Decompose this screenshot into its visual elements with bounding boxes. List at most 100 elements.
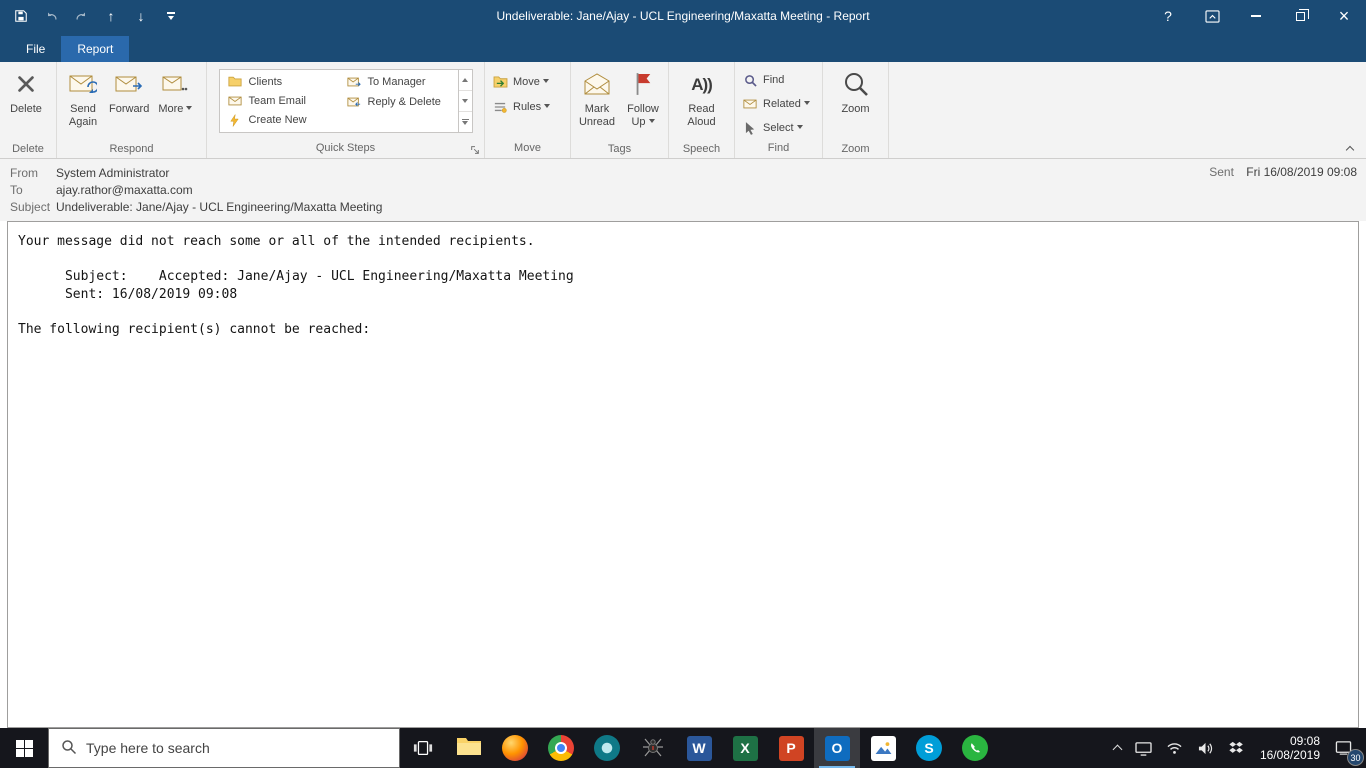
collapse-ribbon-button[interactable] [1345, 144, 1355, 154]
find-button[interactable]: Find [738, 71, 814, 89]
teal-app-button[interactable] [584, 728, 630, 768]
related-button-label: Related [763, 98, 810, 110]
notification-badge: 30 [1347, 749, 1364, 766]
sent-label: Sent [1209, 165, 1234, 179]
send-again-label: Send Again [68, 103, 98, 128]
quick-steps-dialog-launcher[interactable] [469, 144, 481, 156]
message-body[interactable]: Your message did not reach some or all o… [7, 221, 1359, 728]
powerpoint-button[interactable]: P [768, 728, 814, 768]
customize-quick-access-icon[interactable] [156, 0, 186, 32]
move-folder-icon [492, 74, 508, 90]
ribbon-display-options-button[interactable] [1190, 0, 1234, 32]
find-icon [742, 72, 758, 88]
select-button[interactable]: Select [738, 119, 814, 137]
quick-steps-scroll-up[interactable] [458, 70, 472, 91]
wifi-icon[interactable] [1159, 728, 1190, 768]
envelope-icon [227, 93, 243, 109]
word-icon: W [686, 735, 712, 761]
read-aloud-button[interactable]: A)) Read Aloud [679, 64, 725, 142]
more-respond-icon [158, 68, 192, 100]
save-icon[interactable] [6, 0, 36, 32]
tray-expand-chevron[interactable] [1107, 728, 1128, 768]
quick-step-team-email[interactable]: Team Email [220, 91, 339, 110]
spider-app-button[interactable] [630, 728, 676, 768]
group-label-respond: Respond [109, 143, 154, 155]
file-explorer-button[interactable] [446, 728, 492, 768]
group-label-find: Find [767, 142, 790, 154]
from-value[interactable]: System Administrator [56, 165, 169, 182]
to-value[interactable]: ajay.rathor@maxatta.com [56, 182, 193, 199]
lightning-icon [227, 112, 243, 128]
rules-button[interactable]: Rules [488, 98, 554, 116]
whatsapp-button[interactable] [952, 728, 998, 768]
task-view-button[interactable] [400, 728, 446, 768]
group-label-delete: Delete [12, 143, 44, 155]
group-label-move: Move [514, 142, 541, 154]
quick-access-toolbar: ↑ ↓ [0, 0, 186, 32]
teal-ring-icon [594, 735, 620, 761]
firefox-icon [502, 735, 528, 761]
zoom-button[interactable]: Zoom [833, 64, 879, 142]
skype-button[interactable]: S [906, 728, 952, 768]
excel-button[interactable]: X [722, 728, 768, 768]
rules-button-label: Rules [513, 101, 551, 113]
start-button[interactable] [0, 728, 48, 768]
outlook-button[interactable]: O [814, 728, 860, 768]
photos-button[interactable] [860, 728, 906, 768]
monitor-icon[interactable] [1128, 728, 1159, 768]
related-button[interactable]: Related [738, 95, 814, 113]
minimize-button[interactable] [1234, 0, 1278, 32]
delete-button[interactable]: Delete [3, 64, 49, 142]
search-input[interactable] [86, 740, 376, 756]
undo-icon[interactable] [36, 0, 66, 32]
quick-step-clients[interactable]: Clients [220, 72, 339, 91]
ribbon-group-move: Move Rules Move [485, 62, 571, 158]
next-item-icon[interactable]: ↓ [126, 0, 156, 32]
dropbox-icon[interactable] [1221, 728, 1251, 768]
action-center-button[interactable]: 30 [1329, 728, 1364, 768]
quick-steps-scroll-down[interactable] [458, 91, 472, 112]
quick-step-team-email-label: Team Email [248, 94, 306, 107]
related-icon [742, 96, 758, 112]
zoom-icon [839, 68, 873, 100]
group-label-quick-steps: Quick Steps [207, 141, 484, 158]
firefox-button[interactable] [492, 728, 538, 768]
speaker-icon[interactable] [1190, 728, 1221, 768]
quick-step-to-manager[interactable]: To Manager [339, 72, 458, 92]
ribbon-group-find: Find Related Select Find [735, 62, 823, 158]
ribbon-group-tags: Mark Unread Follow Up Tags [571, 62, 669, 158]
restore-button[interactable] [1278, 0, 1322, 32]
whatsapp-icon [962, 735, 988, 761]
envelope-forward-icon [346, 74, 362, 90]
quick-step-reply-delete[interactable]: Reply & Delete [339, 92, 458, 112]
window-controls: ? × [1146, 0, 1366, 32]
tab-file[interactable]: File [10, 36, 61, 62]
word-button[interactable]: W [676, 728, 722, 768]
more-respond-button[interactable]: More [152, 64, 198, 142]
quick-steps-scrollbar [457, 70, 472, 132]
from-label: From [10, 166, 38, 180]
mark-unread-button[interactable]: Mark Unread [574, 64, 620, 142]
redo-icon[interactable] [66, 0, 96, 32]
send-again-button[interactable]: Send Again [60, 64, 106, 142]
forward-button[interactable]: Forward [106, 64, 152, 142]
follow-up-button[interactable]: Follow Up [620, 64, 666, 142]
taskbar-clock[interactable]: 09:08 16/08/2019 [1251, 734, 1329, 762]
previous-item-icon[interactable]: ↑ [96, 0, 126, 32]
rules-icon [492, 99, 508, 115]
move-button[interactable]: Move [488, 73, 554, 91]
tab-report[interactable]: Report [61, 36, 130, 62]
quick-steps-gallery-expand[interactable] [459, 112, 472, 132]
quick-step-to-manager-label: To Manager [367, 76, 426, 88]
quick-step-create-new-label: Create New [248, 114, 307, 127]
close-button[interactable]: × [1322, 0, 1366, 32]
windows-logo-icon [15, 739, 33, 757]
help-button[interactable]: ? [1146, 0, 1190, 32]
quick-step-create-new[interactable]: Create New [220, 111, 339, 130]
taskbar-search[interactable] [48, 728, 400, 768]
select-button-label: Select [763, 122, 803, 134]
search-icon [61, 739, 77, 758]
chrome-button[interactable] [538, 728, 584, 768]
select-cursor-icon [742, 120, 758, 136]
quick-step-clients-label: Clients [248, 75, 283, 88]
